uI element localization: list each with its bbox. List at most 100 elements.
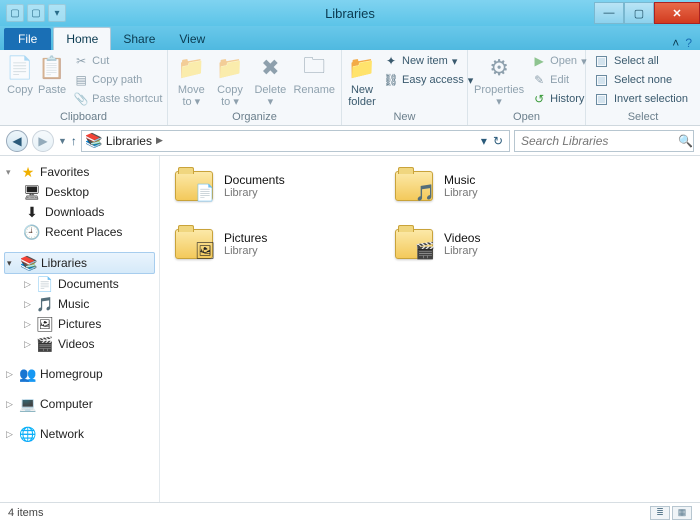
status-bar: 4 items ≣ ▦ <box>0 502 700 522</box>
address-bar[interactable]: 📚 Libraries▶ ▾ ↻ <box>81 130 510 152</box>
paste-shortcut-icon: 📎 <box>74 92 88 106</box>
star-icon: ★ <box>20 164 36 180</box>
nav-section-homegroup: ▷👥Homegroup <box>4 364 155 384</box>
rename-icon: 🗀 <box>300 54 328 82</box>
easy-access-button[interactable]: ⛓Easy access ▾ <box>380 71 477 89</box>
copy-icon: 📄 <box>6 54 34 82</box>
computer-icon: 💻 <box>20 396 36 412</box>
videos-icon: 🎬 <box>37 336 53 352</box>
invert-selection-button[interactable]: Invert selection <box>592 90 692 108</box>
move-to-button[interactable]: 📁 Move to ▾ <box>174 52 209 108</box>
chevron-right-icon[interactable]: ▷ <box>24 299 32 310</box>
music-library-icon: 🎵 <box>394 166 434 206</box>
tab-share[interactable]: Share <box>111 28 167 50</box>
chevron-down-icon: ▾ <box>7 258 17 269</box>
chevron-right-icon[interactable]: ▷ <box>6 429 16 440</box>
nav-item-homegroup[interactable]: ▷👥Homegroup <box>4 364 155 384</box>
chevron-right-icon[interactable]: ▷ <box>6 369 16 380</box>
view-switcher: ≣ ▦ <box>650 506 692 520</box>
history-button[interactable]: ↺History <box>528 90 590 108</box>
copy-path-button[interactable]: ▤Copy path <box>70 71 166 89</box>
paste-shortcut-button[interactable]: 📎Paste shortcut <box>70 90 166 108</box>
library-item-documents[interactable]: 📄 DocumentsLibrary <box>174 166 374 206</box>
ribbon-collapse-icon[interactable]: ˄ <box>672 36 679 50</box>
search-input[interactable] <box>521 134 678 148</box>
videos-library-icon: 🎬 <box>394 224 434 264</box>
open-icon: ▶ <box>532 54 546 68</box>
library-item-pictures[interactable]: 🖼 PicturesLibrary <box>174 224 374 264</box>
qat-btn-3[interactable]: ▾ <box>48 4 66 22</box>
tab-view[interactable]: View <box>167 28 217 50</box>
rename-button[interactable]: 🗀 Rename <box>293 52 335 96</box>
new-item-button[interactable]: ✦New item ▾ <box>380 52 477 70</box>
library-item-videos[interactable]: 🎬 VideosLibrary <box>394 224 594 264</box>
paste-button[interactable]: 📋 Paste <box>38 52 66 96</box>
nav-item-documents[interactable]: ▷📄Documents <box>4 274 155 294</box>
chevron-right-icon[interactable]: ▷ <box>6 399 16 410</box>
chevron-right-icon[interactable]: ▷ <box>24 339 32 350</box>
nav-item-downloads[interactable]: ⬇Downloads <box>4 202 155 222</box>
chevron-right-icon[interactable]: ▶ <box>156 135 163 146</box>
libraries-icon: 📚 <box>86 133 102 149</box>
select-none-icon <box>596 75 607 86</box>
library-item-music[interactable]: 🎵 MusicLibrary <box>394 166 594 206</box>
nav-section-network: ▷🌐Network <box>4 424 155 444</box>
select-all-icon <box>596 56 607 67</box>
edit-button[interactable]: ✎Edit <box>528 71 590 89</box>
back-button[interactable]: ◀ <box>6 130 28 152</box>
ribbon-tabs: File Home Share View ˄ ? <box>0 26 700 50</box>
maximize-button[interactable]: ▢ <box>624 2 654 24</box>
nav-libraries-header[interactable]: ▾ 📚 Libraries <box>4 252 155 274</box>
open-button[interactable]: ▶Open ▾ <box>528 52 590 70</box>
nav-item-desktop[interactable]: 🖥Desktop <box>4 182 155 202</box>
search-icon[interactable]: 🔍 <box>678 134 693 148</box>
select-none-button[interactable]: Select none <box>592 71 692 89</box>
content-pane[interactable]: 📄 DocumentsLibrary 🎵 MusicLibrary 🖼 Pict… <box>160 156 700 502</box>
nav-item-network[interactable]: ▷🌐Network <box>4 424 155 444</box>
desktop-icon: 🖥 <box>24 184 40 200</box>
group-open: ⚙ Properties ▾ ▶Open ▾ ✎Edit ↺History Op… <box>468 50 586 125</box>
group-select: Select all Select none Invert selection … <box>586 50 700 125</box>
chevron-right-icon[interactable]: ▷ <box>24 319 32 330</box>
search-box[interactable]: 🔍 <box>514 130 694 152</box>
edit-icon: ✎ <box>532 73 546 87</box>
nav-item-computer[interactable]: ▷💻Computer <box>4 394 155 414</box>
nav-section-computer: ▷💻Computer <box>4 394 155 414</box>
documents-library-icon: 📄 <box>174 166 214 206</box>
group-clipboard: 📄 Copy 📋 Paste ✂Cut ▤Copy path 📎Paste sh… <box>0 50 168 125</box>
nav-row: ◀ ▶ ▼ ↑ 📚 Libraries▶ ▾ ↻ 🔍 <box>0 126 700 156</box>
easy-access-icon: ⛓ <box>384 73 398 87</box>
chevron-right-icon[interactable]: ▷ <box>24 279 32 290</box>
ribbon: 📄 Copy 📋 Paste ✂Cut ▤Copy path 📎Paste sh… <box>0 50 700 126</box>
minimize-button[interactable]: — <box>594 2 624 24</box>
breadcrumb[interactable]: Libraries▶ <box>106 134 163 148</box>
help-icon[interactable]: ? <box>685 36 692 50</box>
properties-button[interactable]: ⚙ Properties ▾ <box>474 52 524 108</box>
select-all-button[interactable]: Select all <box>592 52 692 70</box>
title-bar: ▢ ▢ ▾ Libraries — ▢ ✕ <box>0 0 700 26</box>
copy-button[interactable]: 📄 Copy <box>6 52 34 96</box>
qat-btn-2[interactable]: ▢ <box>27 4 45 22</box>
refresh-icon[interactable]: ↻ <box>493 134 503 148</box>
delete-button[interactable]: ✖ Delete ▾ <box>251 52 289 108</box>
tab-file[interactable]: File <box>4 28 51 50</box>
details-view-button[interactable]: ≣ <box>650 506 670 520</box>
copy-to-button[interactable]: 📁 Copy to ▾ <box>213 52 248 108</box>
new-folder-button[interactable]: 📁 New folder <box>348 52 376 108</box>
cut-icon: ✂ <box>74 54 88 68</box>
recent-locations-dropdown[interactable]: ▼ <box>58 136 67 146</box>
cut-button[interactable]: ✂Cut <box>70 52 166 70</box>
nav-favorites-header[interactable]: ▾ ★ Favorites <box>4 162 155 182</box>
close-button[interactable]: ✕ <box>654 2 700 24</box>
nav-item-music[interactable]: ▷🎵Music <box>4 294 155 314</box>
qat-btn-1[interactable]: ▢ <box>6 4 24 22</box>
navigation-pane: ▾ ★ Favorites 🖥Desktop ⬇Downloads 🕘Recen… <box>0 156 160 502</box>
address-dropdown-icon[interactable]: ▾ <box>481 134 487 148</box>
nav-item-pictures[interactable]: ▷🖼Pictures <box>4 314 155 334</box>
nav-item-recent[interactable]: 🕘Recent Places <box>4 222 155 242</box>
up-button[interactable]: ↑ <box>71 134 77 148</box>
nav-item-videos[interactable]: ▷🎬Videos <box>4 334 155 354</box>
forward-button[interactable]: ▶ <box>32 130 54 152</box>
tab-home[interactable]: Home <box>53 27 111 50</box>
icons-view-button[interactable]: ▦ <box>672 506 692 520</box>
